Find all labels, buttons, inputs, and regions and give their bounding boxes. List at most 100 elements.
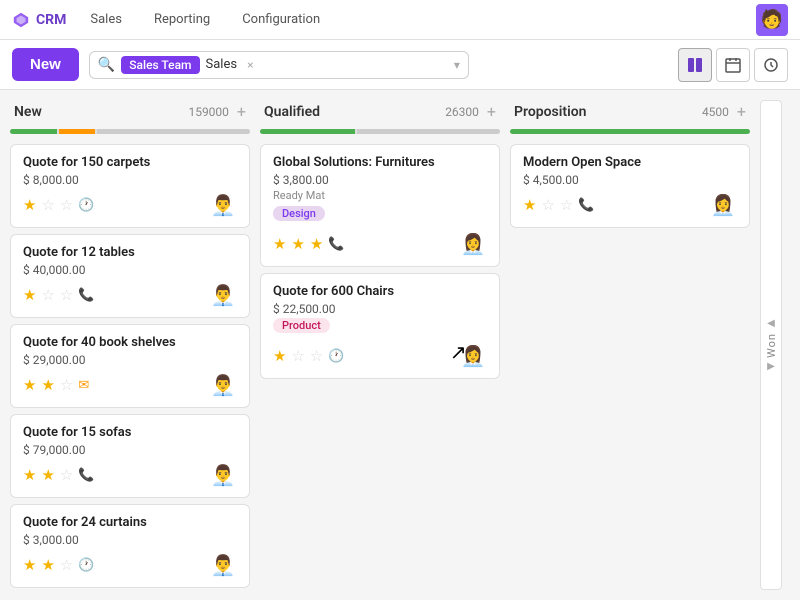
col-count-proposition: 4500 bbox=[702, 105, 729, 119]
won-sidebar[interactable]: ◀Won▶ bbox=[760, 100, 782, 590]
kanban-board: New 159000 + Quote for 150 carpets $ 8,000.0… bbox=[0, 90, 800, 600]
card-footer: ★★☆✉👨‍💼 bbox=[23, 371, 237, 399]
card-price: $ 8,000.00 bbox=[23, 173, 237, 187]
star-filled[interactable]: ★ bbox=[273, 235, 286, 253]
col-add-proposition[interactable]: + bbox=[737, 102, 746, 121]
card-badge: Product bbox=[273, 318, 330, 333]
col-header-qualified: Qualified 26300 + bbox=[260, 100, 500, 123]
card-avatar: 👨‍💼 bbox=[209, 281, 237, 309]
card-title: Quote for 150 carpets bbox=[23, 155, 237, 170]
clock-icon: 🕐 bbox=[328, 349, 344, 364]
card-sub: Ready Mat bbox=[273, 189, 487, 202]
crm-logo-text: CRM bbox=[36, 12, 66, 28]
search-tag-close[interactable]: × bbox=[247, 58, 253, 72]
col-count-new: 159000 bbox=[188, 105, 228, 119]
col-header-proposition: Proposition 4500 + bbox=[510, 100, 750, 123]
card-new-0[interactable]: Quote for 150 carpets$ 8,000.00★☆☆🕐👨‍💼 bbox=[10, 144, 250, 228]
kanban-view-button[interactable] bbox=[678, 48, 712, 82]
col-title-new: New bbox=[14, 104, 42, 120]
card-badge: Design bbox=[273, 206, 325, 221]
star-empty[interactable]: ☆ bbox=[541, 196, 554, 214]
col-count-qualified: 26300 bbox=[445, 105, 479, 119]
nav-configuration[interactable]: Configuration bbox=[234, 8, 328, 31]
card-title: Quote for 12 tables bbox=[23, 245, 237, 260]
view-switcher bbox=[678, 48, 788, 82]
star-filled[interactable]: ★ bbox=[41, 466, 54, 484]
card-footer: ★ ☆ ☆ 🕐 👩‍💼 bbox=[273, 342, 487, 370]
card-new-3[interactable]: Quote for 15 sofas $ 79,000.00 ★ ★ ☆ 📞 👨‍💼 bbox=[10, 414, 250, 498]
card-avatar: 👨‍💼 bbox=[209, 461, 237, 489]
won-arrow-left: ◀ bbox=[767, 318, 775, 329]
star-filled[interactable]: ★ bbox=[23, 286, 36, 304]
star-filled[interactable]: ★ bbox=[291, 235, 304, 253]
card-new-2[interactable]: Quote for 40 book shelves$ 29,000.00★★☆✉… bbox=[10, 324, 250, 408]
card-proposition-0[interactable]: Modern Open Space$ 4,500.00★☆☆📞👩‍💼 bbox=[510, 144, 750, 228]
card-price: $ 79,000.00 bbox=[23, 443, 237, 457]
search-tag-label: Sales Team bbox=[121, 56, 199, 74]
card-title: Quote for 24 curtains bbox=[23, 515, 237, 530]
star-filled[interactable]: ★ bbox=[23, 196, 36, 214]
clock-icon: 🕐 bbox=[78, 558, 94, 573]
star-empty[interactable]: ☆ bbox=[291, 347, 304, 365]
card-avatar: 👩‍💼 bbox=[459, 342, 487, 370]
star-filled[interactable]: ★ bbox=[41, 376, 54, 394]
star-filled[interactable]: ★ bbox=[273, 347, 286, 365]
phone-icon: 📞 bbox=[78, 468, 94, 483]
nav-sales[interactable]: Sales bbox=[82, 8, 130, 31]
col-header-new: New 159000 + bbox=[10, 100, 250, 123]
card-footer: ★ ★ ★ 📞 👩‍💼 bbox=[273, 230, 487, 258]
card-footer: ★☆☆📞👩‍💼 bbox=[523, 191, 737, 219]
phone-icon: 📞 bbox=[578, 198, 594, 213]
star-empty[interactable]: ☆ bbox=[41, 286, 54, 304]
new-button[interactable]: New bbox=[12, 48, 79, 81]
card-avatar: 👩‍💼 bbox=[459, 230, 487, 258]
search-tag-value: Sales bbox=[206, 57, 238, 72]
col-title-proposition: Proposition bbox=[514, 104, 586, 120]
kanban-column-new: New 159000 + Quote for 150 carpets $ 8,000.0… bbox=[10, 100, 250, 588]
star-empty[interactable]: ☆ bbox=[60, 556, 73, 574]
star-empty[interactable]: ☆ bbox=[60, 196, 73, 214]
nav-reporting[interactable]: Reporting bbox=[146, 8, 218, 31]
card-title: Quote for 15 sofas bbox=[23, 425, 237, 440]
search-bar[interactable]: 🔍 Sales Team Sales × ▾ bbox=[89, 51, 469, 79]
top-navigation: CRM Sales Reporting Configuration 🧑 bbox=[0, 0, 800, 40]
star-filled[interactable]: ★ bbox=[23, 466, 36, 484]
star-filled[interactable]: ★ bbox=[23, 376, 36, 394]
star-empty[interactable]: ☆ bbox=[60, 286, 73, 304]
star-filled[interactable]: ★ bbox=[41, 556, 54, 574]
card-avatar: 👨‍💼 bbox=[209, 191, 237, 219]
card-price: $ 29,000.00 bbox=[23, 353, 237, 367]
kanban-column-proposition: Proposition4500+Modern Open Space$ 4,500… bbox=[510, 100, 750, 228]
card-footer: ★ ★ ☆ 🕐 👨‍💼 bbox=[23, 551, 237, 579]
star-empty[interactable]: ☆ bbox=[560, 196, 573, 214]
card-qualified-0[interactable]: Global Solutions: Furnitures$ 3,800.00Re… bbox=[260, 144, 500, 267]
progress-bar-proposition bbox=[510, 129, 750, 134]
card-price: $ 40,000.00 bbox=[23, 263, 237, 277]
calendar-view-button[interactable] bbox=[716, 48, 750, 82]
card-qualified-1[interactable]: Quote for 600 Chairs$ 22,500.00Product★☆… bbox=[260, 273, 500, 379]
search-dropdown-arrow[interactable]: ▾ bbox=[454, 58, 460, 72]
card-footer: ★☆☆🕐👨‍💼 bbox=[23, 191, 237, 219]
activity-view-button[interactable] bbox=[754, 48, 788, 82]
star-empty[interactable]: ☆ bbox=[310, 347, 323, 365]
col-add-qualified[interactable]: + bbox=[487, 102, 496, 121]
star-empty[interactable]: ☆ bbox=[60, 376, 73, 394]
star-filled[interactable]: ★ bbox=[310, 235, 323, 253]
star-empty[interactable]: ☆ bbox=[41, 196, 54, 214]
star-empty[interactable]: ☆ bbox=[60, 466, 73, 484]
card-title: Global Solutions: Furnitures bbox=[273, 155, 487, 170]
phone-icon: 📞 bbox=[328, 237, 344, 252]
col-add-new[interactable]: + bbox=[237, 102, 246, 121]
star-filled[interactable]: ★ bbox=[523, 196, 536, 214]
star-filled[interactable]: ★ bbox=[23, 556, 36, 574]
user-avatar[interactable]: 🧑 bbox=[756, 4, 788, 36]
card-new-1[interactable]: Quote for 12 tables$ 40,000.00★☆☆📞👨‍💼 bbox=[10, 234, 250, 318]
crm-logo[interactable]: CRM bbox=[12, 11, 66, 29]
col-title-qualified: Qualified bbox=[264, 104, 320, 120]
card-new-4[interactable]: Quote for 24 curtains$ 3,000.00★★☆🕐👨‍💼 bbox=[10, 504, 250, 588]
card-avatar: 👨‍💼 bbox=[209, 371, 237, 399]
card-avatar: 👨‍💼 bbox=[209, 551, 237, 579]
search-icon: 🔍 bbox=[98, 57, 115, 73]
card-price: $ 22,500.00 bbox=[273, 302, 487, 316]
card-price: $ 4,500.00 bbox=[523, 173, 737, 187]
